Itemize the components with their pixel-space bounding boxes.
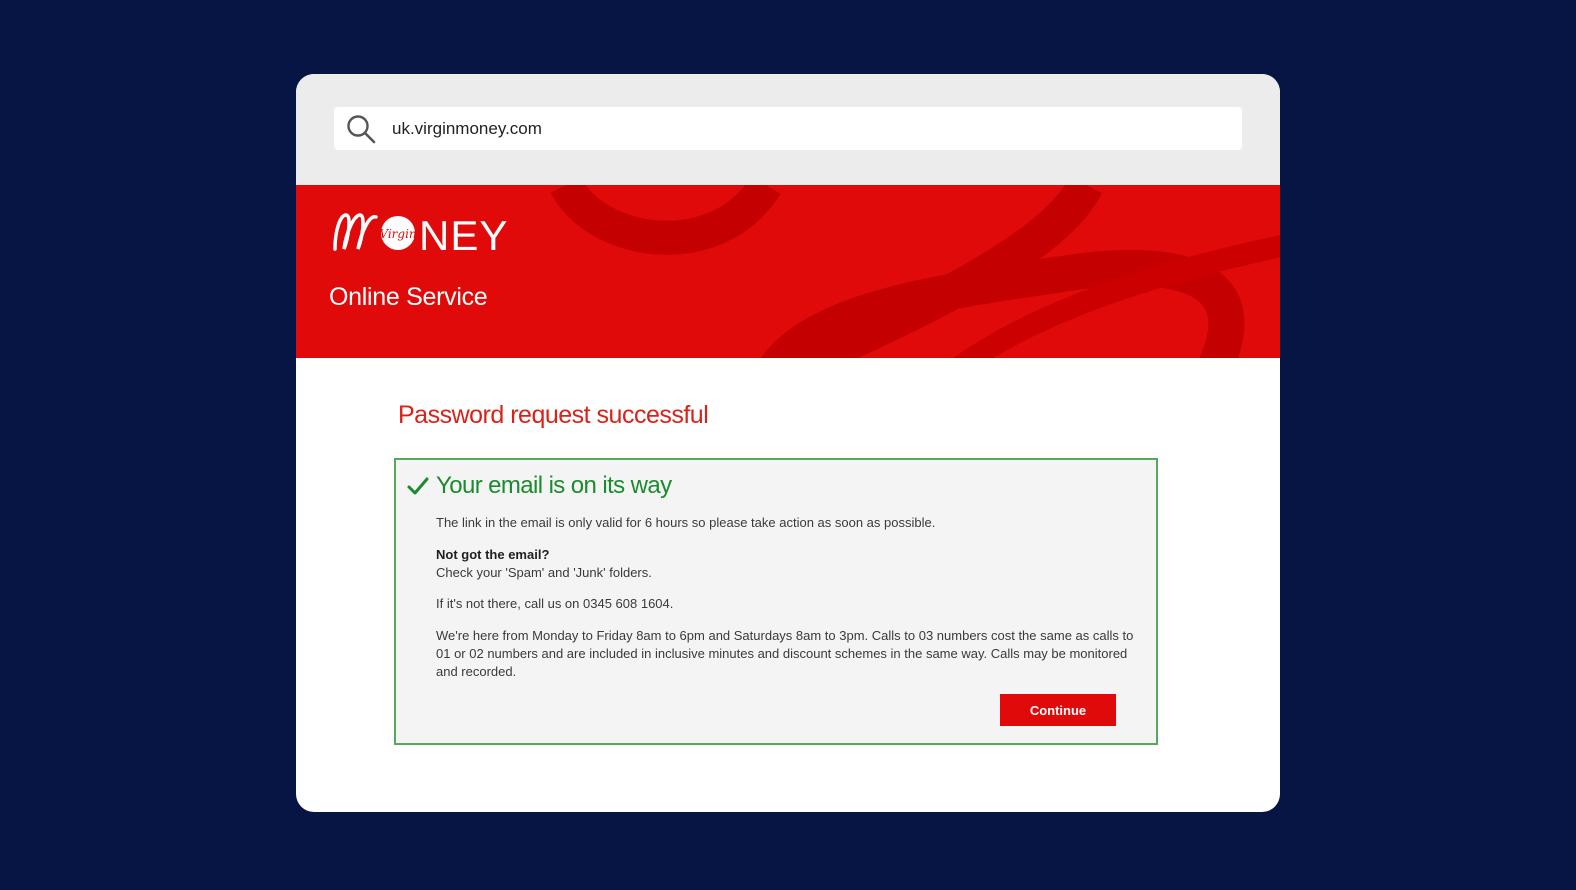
- panel-title: Your email is on its way: [436, 472, 672, 499]
- svg-text:Virgin: Virgin: [379, 227, 416, 241]
- page-title: Password request successful: [398, 401, 709, 429]
- search-icon: [344, 112, 378, 146]
- virgin-money-logo: Virgin NEY: [333, 212, 508, 257]
- url-text[interactable]: uk.virginmoney.com: [392, 119, 542, 139]
- check-folders-text: Check your 'Spam' and 'Junk' folders.: [436, 565, 652, 580]
- browser-window: uk.virginmoney.com Virgin NEY Online Ser…: [296, 74, 1280, 812]
- hero-subtitle: Online Service: [329, 283, 488, 311]
- svg-text:NEY: NEY: [419, 212, 508, 257]
- validity-text: The link in the email is only valid for …: [436, 515, 936, 530]
- call-us-text: If it's not there, call us on 0345 608 1…: [436, 596, 674, 611]
- not-got-email-heading: Not got the email?: [436, 547, 550, 562]
- address-bar[interactable]: uk.virginmoney.com: [334, 107, 1242, 150]
- check-icon: [407, 477, 429, 495]
- continue-button[interactable]: Continue: [1000, 694, 1116, 726]
- hero-banner: Virgin NEY Online Service: [296, 185, 1280, 358]
- opening-hours-text: We're here from Monday to Friday 8am to …: [436, 628, 1134, 679]
- browser-toolbar: uk.virginmoney.com: [296, 74, 1280, 185]
- success-panel: Your email is on its way The link in the…: [394, 458, 1158, 745]
